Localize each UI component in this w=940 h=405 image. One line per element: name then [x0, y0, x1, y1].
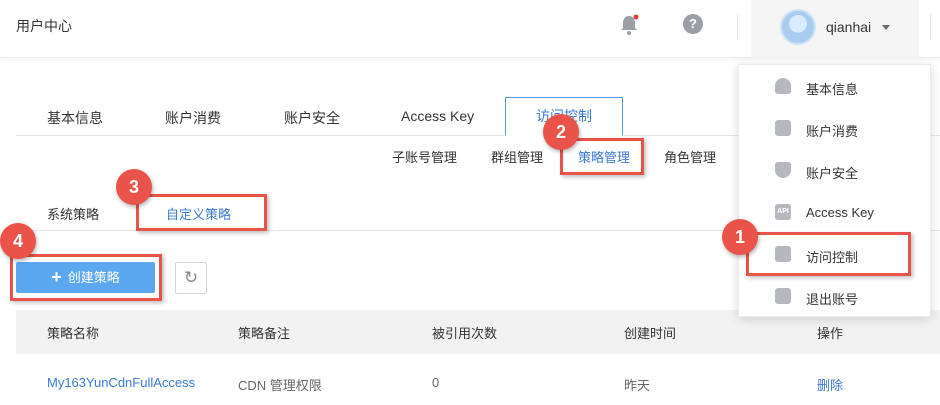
highlight-custom-policy-tab	[136, 194, 267, 231]
menu-item-label: Access Key	[806, 205, 874, 220]
menu-item-logout[interactable]: 退出账号	[739, 277, 932, 317]
user-dropdown-menu: 基本信息 账户消费 账户安全 API Access Key 访问控制 退出账号	[738, 64, 931, 317]
policy-name-link[interactable]: My163YunCdnFullAccess	[47, 375, 195, 390]
chevron-down-icon[interactable]	[882, 25, 890, 30]
logout-icon	[775, 288, 791, 304]
tab-billing[interactable]: 账户消费	[165, 108, 221, 128]
menu-item-label: 基本信息	[806, 82, 859, 97]
username[interactable]: qianhai	[826, 19, 871, 35]
menu-item-label: 账户消费	[806, 124, 859, 139]
api-icon: API	[775, 204, 791, 220]
subtab-subaccounts[interactable]: 子账号管理	[392, 147, 457, 166]
wallet-icon	[775, 120, 791, 136]
step-badge-4: 4	[0, 223, 36, 259]
delete-link[interactable]: 删除	[817, 375, 843, 394]
menu-item-label: 账户安全	[806, 166, 859, 181]
refresh-button[interactable]: ↻	[175, 262, 207, 294]
header-divider	[737, 14, 738, 40]
menu-item-billing[interactable]: 账户消费	[739, 109, 932, 149]
menu-item-security[interactable]: 账户安全	[739, 151, 932, 191]
highlight-create-button	[10, 254, 162, 301]
help-icon[interactable]: ?	[683, 14, 703, 34]
highlight-access-control-menu	[746, 232, 911, 276]
col-actions: 操作	[817, 326, 844, 341]
app-title: 用户中心	[16, 18, 72, 34]
tab-security[interactable]: 账户安全	[284, 108, 340, 128]
menu-item-label: 退出账号	[806, 292, 859, 307]
tab-access-key[interactable]: Access Key	[401, 108, 474, 124]
step-badge-2: 2	[543, 114, 579, 150]
col-policy-name: 策略名称	[47, 326, 100, 341]
bell-icon[interactable]	[619, 14, 639, 36]
subtab-roles[interactable]: 角色管理	[664, 147, 716, 166]
step-badge-3: 3	[116, 169, 152, 205]
avatar[interactable]	[780, 9, 816, 45]
user-icon	[775, 78, 791, 94]
tab-basic-info[interactable]: 基本信息	[47, 108, 103, 128]
policy-created: 昨天	[624, 378, 651, 393]
header-divider-right	[930, 14, 931, 40]
tab-system-policies[interactable]: 系统策略	[47, 204, 99, 223]
refresh-icon: ↻	[183, 268, 199, 287]
shield-icon	[775, 162, 791, 178]
subtab-groups[interactable]: 群组管理	[491, 147, 543, 166]
policy-ref-count: 0	[432, 375, 440, 390]
step-badge-1: 1	[722, 219, 758, 255]
col-policy-note: 策略备注	[238, 326, 291, 341]
col-created: 创建时间	[624, 326, 677, 341]
policy-note: CDN 管理权限	[238, 378, 322, 393]
menu-item-access-key[interactable]: API Access Key	[739, 193, 932, 233]
menu-item-basic-info[interactable]: 基本信息	[739, 67, 932, 107]
col-ref-count: 被引用次数	[432, 326, 498, 341]
